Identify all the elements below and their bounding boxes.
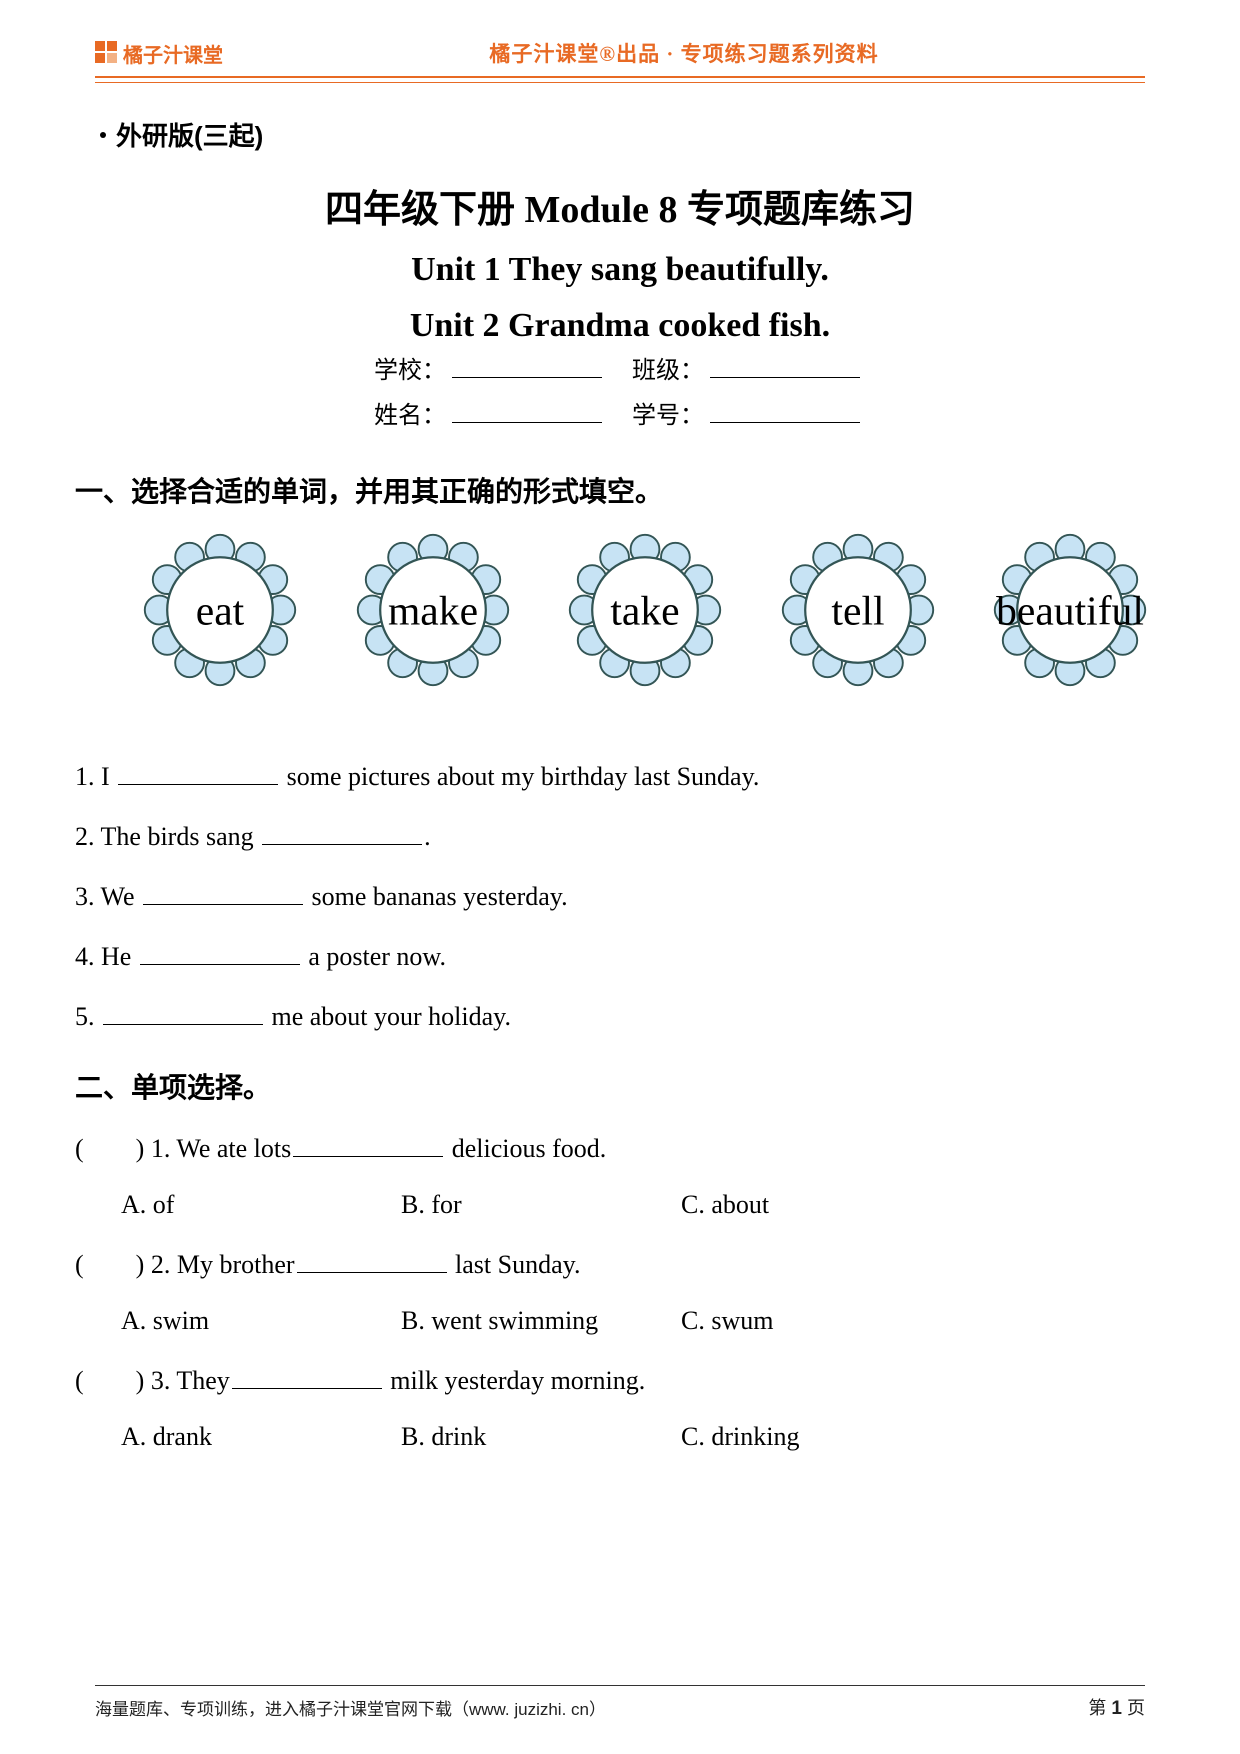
q-text: ) 2. My brother xyxy=(136,1250,295,1279)
answer-blank[interactable] xyxy=(103,1020,263,1025)
brand-name: 橘子汁课堂 xyxy=(123,39,223,68)
mcq-option[interactable]: A. drank xyxy=(121,1424,401,1450)
number-input[interactable] xyxy=(710,416,860,423)
mcq-option[interactable]: A. swim xyxy=(121,1308,401,1334)
school-label: 学校： xyxy=(374,358,446,384)
edition-text: 外研版(三起) xyxy=(116,121,263,151)
footer-divider xyxy=(95,1685,1145,1686)
section2-title: 二、单项选择。 xyxy=(75,1074,1145,1102)
word-bank: eat make take tell beautiful xyxy=(140,530,1150,690)
class-label: 班级： xyxy=(632,358,704,384)
word-bank-item: tell xyxy=(831,587,884,633)
word-badge: make xyxy=(353,530,513,690)
mcq-option[interactable]: C. about xyxy=(681,1192,961,1218)
page-prefix: 第 xyxy=(1088,1698,1111,1718)
student-info: 学校： 班级： 姓名： 学号： xyxy=(0,340,1240,430)
brand-logo: 橘子汁课堂 xyxy=(95,39,223,68)
mcq-option[interactable]: B. went swimming xyxy=(401,1308,681,1334)
name-input[interactable] xyxy=(452,416,602,423)
mcq-options: A. swim B. went swimming C. swum xyxy=(75,1308,1145,1334)
answer-blank[interactable] xyxy=(140,960,300,965)
q-text: 5. xyxy=(75,1002,101,1031)
word-badge: take xyxy=(565,530,725,690)
q-text: delicious food. xyxy=(445,1134,606,1163)
mcq-option[interactable]: B. for xyxy=(401,1192,681,1218)
fill-blank-item: 4. He a poster now. xyxy=(75,944,1145,970)
header-divider xyxy=(95,76,1145,83)
page-num: 1 xyxy=(1111,1698,1122,1719)
mcq-item: () 2. My brother last Sunday. A. swim B.… xyxy=(75,1252,1145,1334)
section1-title: 一、选择合适的单词，并用其正确的形式填空。 xyxy=(75,470,663,510)
title-block: 四年级下册 Module 8 专项题库练习 Unit 1 They sang b… xyxy=(95,178,1145,345)
q-text: ) 3. They xyxy=(136,1366,230,1395)
word-bank-item: make xyxy=(387,587,477,633)
worksheet-page: 橘子汁课堂 橘子汁课堂®出品 · 专项练习题系列资料 外研版(三起) 四年级下册… xyxy=(0,0,1240,1754)
answer-blank[interactable] xyxy=(143,900,303,905)
q-text: . xyxy=(424,822,431,851)
questions-area: 1. I some pictures about my birthday las… xyxy=(75,730,1145,1450)
fill-blank-item: 2. The birds sang . xyxy=(75,824,1145,850)
word-badge: beautiful xyxy=(990,530,1150,690)
page-suffix: 页 xyxy=(1122,1698,1145,1718)
page-number: 第 1 页 xyxy=(1088,1694,1145,1720)
q-text: me about your holiday. xyxy=(265,1002,511,1031)
q-text: some pictures about my birthday last Sun… xyxy=(280,762,759,791)
q-text: 4. He xyxy=(75,942,138,971)
header-title: 橘子汁课堂®出品 · 专项练习题系列资料 xyxy=(223,38,1145,68)
q-text: some bananas yesterday. xyxy=(305,882,568,911)
word-badge: tell xyxy=(778,530,938,690)
number-label: 学号： xyxy=(632,403,704,429)
word-bank-item: take xyxy=(610,587,679,633)
q-text: 3. We xyxy=(75,882,141,911)
logo-icon xyxy=(95,41,119,65)
fill-blank-item: 5. me about your holiday. xyxy=(75,1004,1145,1030)
fill-blank-item: 3. We some bananas yesterday. xyxy=(75,884,1145,910)
q-text: ) 1. We ate lots xyxy=(136,1134,292,1163)
q-text: a poster now. xyxy=(302,942,446,971)
mcq-option[interactable]: A. of xyxy=(121,1192,401,1218)
name-label: 姓名： xyxy=(374,403,446,429)
q-text: milk yesterday morning. xyxy=(384,1366,645,1395)
mcq-options: A. of B. for C. about xyxy=(75,1192,1145,1218)
answer-blank[interactable] xyxy=(297,1268,447,1273)
answer-blank[interactable] xyxy=(293,1152,443,1157)
q-text: 1. I xyxy=(75,762,116,791)
fill-blank-item: 1. I some pictures about my birthday las… xyxy=(75,764,1145,790)
school-input[interactable] xyxy=(452,371,602,378)
mcq-item: () 3. They milk yesterday morning. A. dr… xyxy=(75,1368,1145,1450)
mcq-item: () 1. We ate lots delicious food. A. of … xyxy=(75,1136,1145,1218)
answer-blank[interactable] xyxy=(118,780,278,785)
mcq-option[interactable]: C. swum xyxy=(681,1308,961,1334)
module-title: 四年级下册 Module 8 专项题库练习 xyxy=(95,178,1145,233)
unit1-title: Unit 1 They sang beautifully. xyxy=(95,251,1145,289)
edition-label: 外研版(三起) xyxy=(100,116,263,153)
mcq-option[interactable]: B. drink xyxy=(401,1424,681,1450)
bullet-icon xyxy=(100,132,106,138)
answer-blank[interactable] xyxy=(232,1384,382,1389)
footer-note: 海量题库、专项训练，进入橘子汁课堂官网下载（www. juzizhi. cn） xyxy=(95,1695,606,1720)
word-bank-item: eat xyxy=(196,587,245,633)
mcq-option[interactable]: C. drinking xyxy=(681,1424,961,1450)
q-text: last Sunday. xyxy=(449,1250,581,1279)
answer-blank[interactable] xyxy=(262,840,422,845)
class-input[interactable] xyxy=(710,371,860,378)
page-footer: 海量题库、专项训练，进入橘子汁课堂官网下载（www. juzizhi. cn） … xyxy=(95,1694,1145,1720)
word-bank-item: beautiful xyxy=(996,587,1144,633)
mcq-options: A. drank B. drink C. drinking xyxy=(75,1424,1145,1450)
word-badge: eat xyxy=(140,530,300,690)
q-text: 2. The birds sang xyxy=(75,822,260,851)
page-header: 橘子汁课堂 橘子汁课堂®出品 · 专项练习题系列资料 xyxy=(95,36,1145,70)
